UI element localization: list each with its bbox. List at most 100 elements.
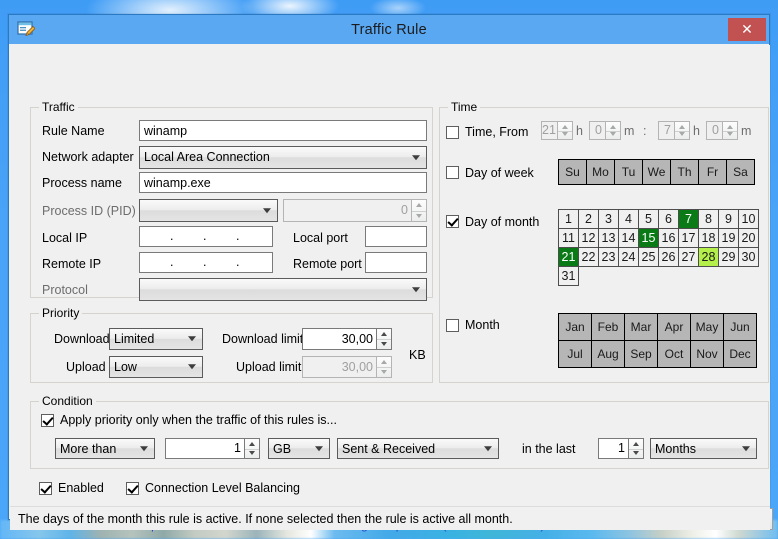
to-hour-value: 7 bbox=[658, 121, 675, 140]
weekday-button-fr[interactable]: Fr bbox=[698, 159, 727, 185]
protocol-select[interactable] bbox=[139, 278, 427, 301]
day-button-29[interactable]: 29 bbox=[718, 247, 739, 267]
process-name-input[interactable] bbox=[139, 172, 427, 193]
amount-stepper[interactable]: 1 bbox=[165, 438, 260, 459]
amount-spin-buttons[interactable] bbox=[245, 438, 260, 459]
remote-ip-input[interactable]: . . . bbox=[139, 252, 273, 273]
enabled-checkbox[interactable] bbox=[39, 482, 52, 495]
from-hour-spin-buttons[interactable] bbox=[558, 121, 573, 140]
weekday-button-th[interactable]: Th bbox=[670, 159, 699, 185]
day-button-20[interactable]: 20 bbox=[738, 228, 759, 248]
day-button-14[interactable]: 14 bbox=[618, 228, 639, 248]
day-button-9[interactable]: 9 bbox=[718, 209, 739, 229]
month-button-jun[interactable]: Jun bbox=[723, 313, 757, 341]
remote-port-input[interactable] bbox=[365, 252, 427, 273]
operator-select[interactable]: More than bbox=[55, 438, 155, 459]
day-button-6[interactable]: 6 bbox=[658, 209, 679, 229]
weekday-button-sa[interactable]: Sa bbox=[726, 159, 755, 185]
unit-select[interactable]: GB bbox=[268, 438, 330, 459]
weekday-button-tu[interactable]: Tu bbox=[614, 159, 643, 185]
day-button-4[interactable]: 4 bbox=[618, 209, 639, 229]
month-button-nov[interactable]: Nov bbox=[690, 340, 724, 368]
day-button-7[interactable]: 7 bbox=[678, 209, 699, 229]
day-button-1[interactable]: 1 bbox=[558, 209, 579, 229]
download-limit-stepper[interactable]: 30,00 bbox=[302, 328, 392, 350]
local-port-input[interactable] bbox=[365, 226, 427, 247]
download-priority-value: Limited bbox=[114, 332, 155, 346]
day-button-19[interactable]: 19 bbox=[718, 228, 739, 248]
month-button-jul[interactable]: Jul bbox=[558, 340, 592, 368]
day-button-13[interactable]: 13 bbox=[598, 228, 619, 248]
day-button-26[interactable]: 26 bbox=[658, 247, 679, 267]
day-button-2[interactable]: 2 bbox=[578, 209, 599, 229]
close-button[interactable]: ✕ bbox=[728, 18, 766, 41]
day-button-8[interactable]: 8 bbox=[698, 209, 719, 229]
day-button-15[interactable]: 15 bbox=[638, 228, 659, 248]
period-stepper[interactable]: 1 bbox=[598, 438, 644, 459]
period-spin-buttons[interactable] bbox=[629, 438, 644, 459]
time-from-checkbox[interactable] bbox=[446, 126, 459, 139]
day-button-10[interactable]: 10 bbox=[738, 209, 759, 229]
weekday-button-we[interactable]: We bbox=[642, 159, 671, 185]
month-button-dec[interactable]: Dec bbox=[723, 340, 757, 368]
download-limit-spin-buttons[interactable] bbox=[377, 328, 392, 350]
from-minute-spin-buttons[interactable] bbox=[606, 121, 621, 140]
month-button-aug[interactable]: Aug bbox=[591, 340, 625, 368]
month-button-sep[interactable]: Sep bbox=[624, 340, 658, 368]
weekday-button-mo[interactable]: Mo bbox=[586, 159, 615, 185]
direction-select[interactable]: Sent & Received bbox=[337, 438, 499, 459]
day-of-week-checkbox[interactable] bbox=[446, 166, 459, 179]
month-button-may[interactable]: May bbox=[690, 313, 724, 341]
month-button-oct[interactable]: Oct bbox=[657, 340, 691, 368]
weekday-button-su[interactable]: Su bbox=[558, 159, 587, 185]
month-checkbox[interactable] bbox=[446, 319, 459, 332]
network-adapter-select[interactable]: Local Area Connection bbox=[139, 146, 427, 169]
day-button-23[interactable]: 23 bbox=[598, 247, 619, 267]
day-button-12[interactable]: 12 bbox=[578, 228, 599, 248]
to-minute-spin-buttons[interactable] bbox=[723, 121, 738, 140]
from-minute-stepper[interactable]: 0 bbox=[589, 121, 621, 140]
day-button-30[interactable]: 30 bbox=[738, 247, 759, 267]
process-id-stepper[interactable]: 0 bbox=[283, 199, 427, 222]
to-minute-unit: m bbox=[741, 124, 752, 138]
local-ip-input[interactable]: . . . bbox=[139, 226, 273, 247]
day-of-month-checkbox[interactable] bbox=[446, 215, 459, 228]
time-group-label: Time bbox=[448, 100, 481, 114]
day-button-22[interactable]: 22 bbox=[578, 247, 599, 267]
day-button-28[interactable]: 28 bbox=[698, 247, 719, 267]
download-priority-select[interactable]: Limited bbox=[109, 328, 203, 350]
day-button-11[interactable]: 11 bbox=[558, 228, 579, 248]
to-hour-spin-buttons[interactable] bbox=[675, 121, 690, 140]
traffic-group-label: Traffic bbox=[39, 100, 78, 114]
month-button-feb[interactable]: Feb bbox=[591, 313, 625, 341]
process-id-spin-buttons[interactable] bbox=[412, 199, 427, 222]
day-button-24[interactable]: 24 bbox=[618, 247, 639, 267]
upload-limit-spin-buttons[interactable] bbox=[377, 356, 392, 378]
process-name-label: Process name bbox=[42, 176, 122, 190]
day-button-3[interactable]: 3 bbox=[598, 209, 619, 229]
connection-level-balancing-checkbox[interactable] bbox=[126, 482, 139, 495]
from-hour-stepper[interactable]: 21 bbox=[541, 121, 573, 140]
period-unit-select[interactable]: Months bbox=[650, 438, 757, 459]
day-button-5[interactable]: 5 bbox=[638, 209, 659, 229]
process-id-select[interactable] bbox=[139, 199, 278, 222]
day-button-18[interactable]: 18 bbox=[698, 228, 719, 248]
day-button-17[interactable]: 17 bbox=[678, 228, 699, 248]
day-button-25[interactable]: 25 bbox=[638, 247, 659, 267]
to-minute-stepper[interactable]: 0 bbox=[706, 121, 738, 140]
day-button-27[interactable]: 27 bbox=[678, 247, 699, 267]
chevron-down-icon bbox=[263, 207, 271, 213]
month-button-jan[interactable]: Jan bbox=[558, 313, 592, 341]
day-button-21[interactable]: 21 bbox=[558, 247, 579, 267]
rule-name-input[interactable] bbox=[139, 120, 427, 141]
chevron-down-icon bbox=[188, 364, 196, 370]
day-button-31[interactable]: 31 bbox=[558, 266, 579, 286]
apply-priority-checkbox[interactable] bbox=[41, 414, 54, 427]
to-hour-unit: h bbox=[693, 124, 700, 138]
month-button-mar[interactable]: Mar bbox=[624, 313, 658, 341]
month-button-apr[interactable]: Apr bbox=[657, 313, 691, 341]
upload-limit-stepper[interactable]: 30,00 bbox=[302, 356, 392, 378]
to-hour-stepper[interactable]: 7 bbox=[658, 121, 690, 140]
day-button-16[interactable]: 16 bbox=[658, 228, 679, 248]
upload-priority-select[interactable]: Low bbox=[109, 356, 203, 378]
